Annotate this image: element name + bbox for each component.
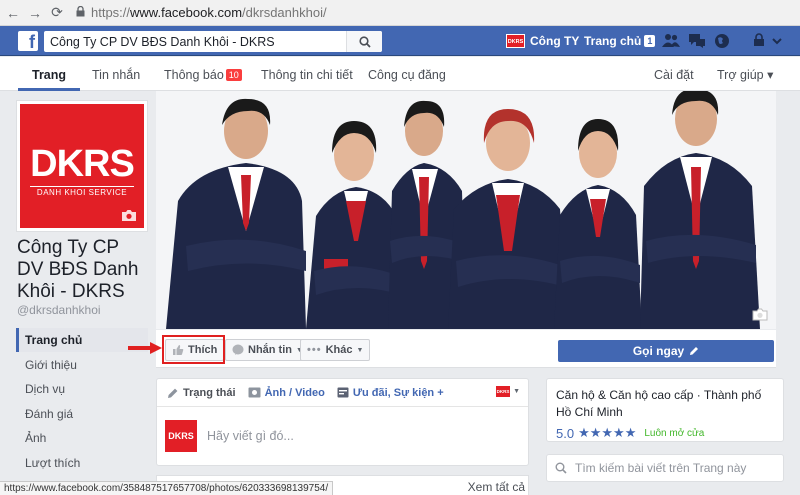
address-bar[interactable]: https://www.facebook.com/dkrsdanhkhoi/ [91,5,327,20]
notification-count-badge: 10 [225,69,242,81]
home-label: Trang chủ [584,34,642,48]
post-composer: Trạng thái Ảnh / Video Ưu đãi, Sự kiện +… [156,378,529,466]
tab-page-label: Trang [32,68,67,82]
search-value: Công Ty CP DV BĐS Danh Khôi - DKRS [50,34,275,49]
tab-page[interactable]: Trang [18,57,81,91]
home-link[interactable]: Trang chủ 1 [584,26,656,56]
composer-tab-photo-video[interactable]: Ảnh / Video [248,387,325,399]
tab-notifications[interactable]: Thông báo 10 [164,57,242,91]
composer-tab-status-label: Trạng thái [183,386,236,399]
lock-icon [76,5,85,20]
composer-avatar: DKRS [165,420,197,452]
composer-tab-offer-event[interactable]: Ưu đãi, Sự kiện + [337,387,444,399]
search-icon [555,462,567,474]
tab-publishing-tools[interactable]: Công cụ đăng [368,57,446,91]
more-dropdown-icon: ▼ [356,346,364,354]
photo-video-icon [248,387,261,398]
post-as-selector[interactable]: DKRS ▼ [496,386,520,397]
composer-tab-offer-label: Ưu đãi, Sự kiện + [352,386,444,399]
left-nav-about[interactable]: Giới thiệu [16,353,148,377]
facebook-top-bar: f Công Ty CP DV BĐS Danh Khôi - DKRS DKR… [0,26,800,56]
browser-toolbar: ← → ⟳ https://www.facebook.com/dkrsdanhk… [0,0,800,26]
call-now-button[interactable]: Gọi ngay [558,340,774,362]
update-profile-photo-camera-icon[interactable] [121,209,137,222]
tab-help-label: Trợ giúp ▾ [717,68,774,82]
tab-insights-label: Thông tin chi tiết [261,68,353,82]
page-username[interactable]: @dkrsdanhkhoi [17,303,101,317]
composer-tab-photo-label: Ảnh / Video [264,386,325,399]
composer-placeholder[interactable]: Hãy viết gì đó... [207,429,294,443]
cover-photo-team-illustration [156,91,776,329]
open-status: Luôn mở cửa [644,427,705,439]
tab-messages[interactable]: Tin nhắn [92,57,140,91]
friend-requests-icon[interactable] [662,33,680,48]
tab-insights[interactable]: Thông tin chi tiết [261,57,353,91]
search-input[interactable]: Công Ty CP DV BĐS Danh Khôi - DKRS [44,31,382,52]
logo-sub-text: DANH KHOI SERVICE [30,186,134,197]
search-page-posts-input[interactable]: Tìm kiếm bài viết trên Trang này [546,454,784,482]
post-as-avatar: DKRS [496,386,511,397]
call-now-label: Gọi ngay [632,344,685,358]
page-category-location[interactable]: Căn hộ & Căn hộ cao cấp · Thành phố Hồ C… [556,387,774,421]
composer-tab-status[interactable]: Trạng thái [167,387,236,399]
page-info-card: Căn hộ & Căn hộ cao cấp · Thành phố Hồ C… [546,378,784,442]
more-dots-icon: ••• [307,344,322,356]
tab-publishing-tools-label: Công cụ đăng [368,68,446,82]
tab-settings-label: Cài đặt [654,68,694,82]
url-scheme: https:// [91,5,131,20]
cover-photo[interactable] [156,91,776,329]
left-nav-reviews[interactable]: Đánh giá [16,402,148,426]
messages-icon[interactable] [688,33,706,48]
left-nav-likes[interactable]: Lượt thích [16,451,148,475]
dkrs-logo: DKRS DANH KHOI SERVICE [20,104,144,228]
home-count-badge: 1 [644,35,656,47]
facebook-logo-icon[interactable]: f [18,31,38,52]
search-posts-placeholder: Tìm kiếm bài viết trên Trang này [575,461,747,475]
forward-icon[interactable]: → [26,5,44,21]
send-message-label: Nhắn tin [248,344,292,356]
profile-picture[interactable]: DKRS DANH KHOI SERVICE [16,100,148,232]
tab-notifications-label: Thông báo [164,68,224,82]
tab-settings[interactable]: Cài đặt [654,57,694,91]
offer-event-icon [337,387,349,398]
see-all-link[interactable]: Xem tất cả [468,480,525,494]
post-as-dropdown-icon: ▼ [513,388,520,395]
composer-body[interactable]: DKRS Hãy viết gì đó... [157,407,528,465]
search-button[interactable] [346,31,382,52]
account-link[interactable]: DKRS Công TY [506,26,579,56]
send-message-button[interactable]: Nhắn tin ▼ [225,339,310,361]
account-avatar: DKRS [506,34,525,48]
url-host: www.facebook.com [130,5,243,20]
composer-tabs: Trạng thái Ảnh / Video Ưu đãi, Sự kiện + [157,379,528,407]
browser-status-bar: https://www.facebook.com/358487517657708… [0,481,334,495]
update-cover-camera-icon[interactable] [752,308,768,321]
left-nav-photos[interactable]: Ảnh [16,426,148,450]
account-label: Công TY [530,34,580,48]
rating-stars[interactable]: ★★★★★ [578,425,636,441]
rating-value: 5.0 [556,425,575,441]
more-button[interactable]: ••• Khác ▼ [300,339,371,361]
tab-messages-label: Tin nhắn [92,68,141,82]
more-label: Khác [325,344,353,356]
privacy-shortcuts-icon[interactable] [752,33,766,47]
left-nav-services[interactable]: Dịch vụ [16,377,148,401]
rating-row: 5.0 ★★★★★ Luôn mở cửa [556,425,774,441]
page-title[interactable]: Công Ty CP DV BĐS Danh Khôi - DKRS [17,237,147,303]
like-button-highlight-box [162,335,225,364]
page-admin-tabs: Trang Tin nhắn Thông báo 10 Thông tin chi… [0,57,800,91]
tab-help[interactable]: Trợ giúp ▾ [717,57,773,91]
messenger-icon [232,344,244,355]
logo-main-text: DKRS [30,143,135,185]
reload-icon[interactable]: ⟳ [48,4,66,21]
url-path: /dkrsdanhkhoi/ [242,5,327,20]
account-menu-chevron-icon[interactable] [772,38,782,45]
notifications-globe-icon[interactable] [714,33,730,49]
pencil-edit-icon[interactable] [689,346,699,356]
red-annotation-arrow-icon [128,342,162,354]
back-icon[interactable]: ← [4,5,22,21]
pencil-icon [168,388,178,398]
search-icon [358,35,371,48]
